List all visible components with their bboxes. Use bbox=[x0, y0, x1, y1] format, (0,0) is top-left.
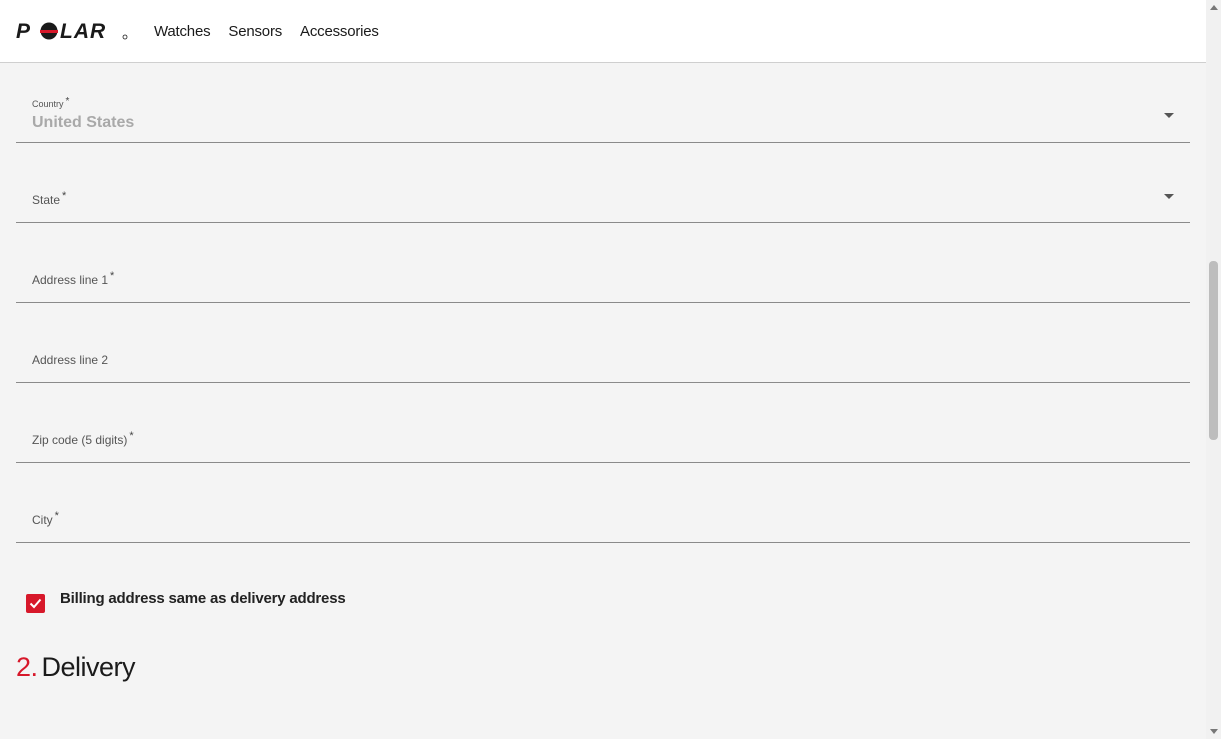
main-nav: Watches Sensors Accessories bbox=[154, 23, 379, 40]
state-label: State * bbox=[32, 190, 67, 207]
address-line-1-label: Address line 1 * bbox=[32, 270, 115, 287]
section-title: Delivery bbox=[41, 652, 136, 682]
delivery-section-heading: 2. Delivery bbox=[16, 652, 136, 683]
section-number: 2. bbox=[16, 652, 38, 682]
country-value: United States bbox=[32, 114, 135, 131]
address-line-2-field[interactable]: Address line 2 bbox=[16, 303, 1190, 383]
page-scrollbar[interactable] bbox=[1206, 0, 1221, 739]
scroll-up-icon[interactable] bbox=[1210, 5, 1218, 10]
billing-same-checkbox[interactable] bbox=[26, 594, 45, 613]
chevron-down-icon bbox=[1164, 194, 1174, 199]
polar-logo[interactable]: P LAR bbox=[16, 20, 128, 42]
billing-address-form: Country * United States State * Address li… bbox=[16, 63, 1190, 543]
scroll-down-icon[interactable] bbox=[1210, 729, 1218, 734]
billing-same-label: Billing address same as delivery address bbox=[60, 590, 346, 607]
svg-text:LAR: LAR bbox=[60, 20, 106, 42]
state-select[interactable]: State * bbox=[16, 143, 1190, 223]
zip-code-field[interactable]: Zip code (5 digits) * bbox=[16, 383, 1190, 463]
country-select[interactable]: Country * United States bbox=[16, 63, 1190, 143]
nav-accessories[interactable]: Accessories bbox=[300, 23, 379, 40]
nav-sensors[interactable]: Sensors bbox=[228, 23, 282, 40]
chevron-down-icon bbox=[1164, 113, 1174, 118]
svg-text:P: P bbox=[16, 20, 31, 42]
polar-logo-icon: P LAR bbox=[16, 20, 128, 42]
nav-watches[interactable]: Watches bbox=[154, 23, 211, 40]
city-field[interactable]: City * bbox=[16, 463, 1190, 543]
top-navigation-bar: P LAR Watches Sensors Accessories bbox=[0, 0, 1206, 63]
address-line-1-field[interactable]: Address line 1 * bbox=[16, 223, 1190, 303]
billing-same-checkbox-row[interactable]: Billing address same as delivery address bbox=[26, 590, 346, 613]
scrollbar-thumb[interactable] bbox=[1209, 261, 1218, 440]
checkmark-icon bbox=[29, 598, 42, 609]
address-line-2-label: Address line 2 bbox=[32, 353, 109, 367]
country-label: Country * bbox=[32, 96, 70, 109]
zip-code-label: Zip code (5 digits) * bbox=[32, 430, 134, 447]
city-label: City * bbox=[32, 510, 59, 527]
